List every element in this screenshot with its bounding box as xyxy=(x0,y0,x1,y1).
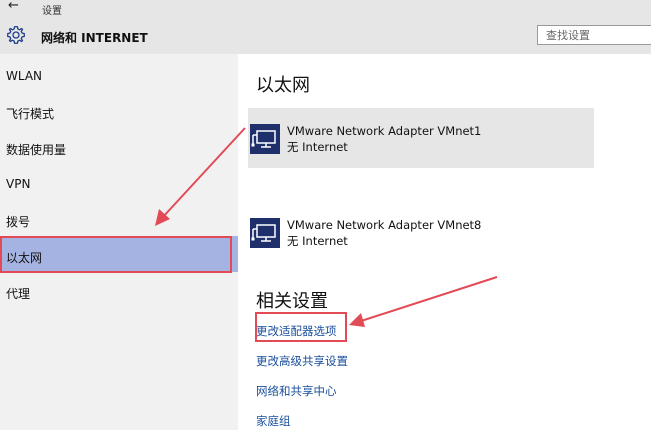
main-content: 以太网 VMware Network Adapter VMnet1 无 Inte… xyxy=(238,54,651,430)
adapter-name: VMware Network Adapter VMnet1 xyxy=(287,124,482,138)
sidebar-item-proxy[interactable]: 代理 xyxy=(0,272,238,308)
adapter-status: 无 Internet xyxy=(287,234,348,248)
sidebar-item-airplane-mode[interactable]: 飞行模式 xyxy=(0,92,238,128)
window-title: 设置 xyxy=(42,6,62,17)
sidebar-item-label: WLAN xyxy=(6,69,43,83)
sidebar-item-label: 飞行模式 xyxy=(6,107,55,121)
network-adapter-icon xyxy=(250,124,280,154)
sidebar-item-dialup[interactable]: 拨号 xyxy=(0,200,238,236)
page-title: 网络和 INTERNET xyxy=(41,31,148,45)
sidebar-item-vpn[interactable]: VPN xyxy=(0,164,238,200)
sidebar-item-label: VPN xyxy=(6,177,31,191)
back-arrow-icon[interactable]: ← xyxy=(8,0,19,13)
page-header: 网络和 INTERNET xyxy=(0,18,651,54)
search-input[interactable] xyxy=(537,25,651,45)
advanced-sharing-settings-link[interactable]: 更改高级共享设置 xyxy=(256,353,348,369)
sidebar-item-label: 数据使用量 xyxy=(6,143,67,157)
network-adapter-icon xyxy=(250,218,280,248)
sidebar-item-label: 代理 xyxy=(6,287,31,301)
adapter-vmnet1[interactable]: VMware Network Adapter VMnet1 无 Internet xyxy=(248,108,594,168)
ethernet-highlight-box xyxy=(0,236,232,273)
adapter-name: VMware Network Adapter VMnet8 xyxy=(287,218,482,232)
sidebar-item-label: 拨号 xyxy=(6,215,31,229)
adapter-status: 无 Internet xyxy=(287,140,348,154)
sidebar-item-wlan[interactable]: WLAN xyxy=(0,56,238,92)
sidebar-item-data-usage[interactable]: 数据使用量 xyxy=(0,128,238,164)
network-sharing-center-link[interactable]: 网络和共享中心 xyxy=(256,383,337,399)
related-settings-heading: 相关设置 xyxy=(256,291,328,312)
gear-icon xyxy=(7,26,25,44)
ethernet-heading: 以太网 xyxy=(256,75,310,96)
adapter-vmnet8[interactable]: VMware Network Adapter VMnet8 无 Internet xyxy=(248,202,594,262)
homegroup-link[interactable]: 家庭组 xyxy=(256,413,291,429)
adapter-options-highlight-box xyxy=(255,312,347,342)
title-bar: ← 设置 xyxy=(0,0,651,18)
